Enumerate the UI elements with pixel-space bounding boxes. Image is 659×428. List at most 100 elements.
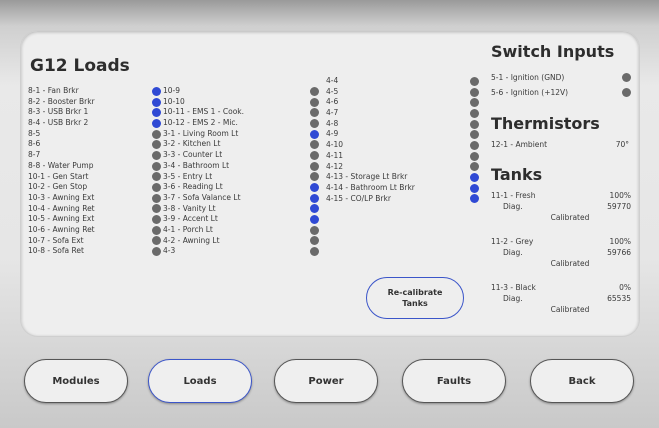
load-item[interactable]: 3-3 - Counter Lt bbox=[163, 150, 313, 161]
recalibrate-tanks-button[interactable]: Re-calibrate Tanks bbox=[366, 277, 464, 319]
load-item[interactable]: 3-7 - Sofa Valance Lt bbox=[163, 193, 313, 204]
status-dot-icon bbox=[310, 225, 319, 235]
load-item[interactable]: 8-7 bbox=[28, 150, 168, 161]
load-item[interactable]: 8-8 - Water Pump bbox=[28, 161, 168, 172]
load-item[interactable]: 10-7 - Sofa Ext bbox=[28, 236, 168, 247]
status-row bbox=[470, 162, 486, 173]
load-label: 10-8 - Sofa Ret bbox=[28, 246, 84, 256]
status-row bbox=[310, 129, 326, 140]
status-row bbox=[470, 87, 486, 98]
back-button[interactable]: Back bbox=[530, 359, 634, 403]
status-dot-icon bbox=[152, 193, 161, 203]
back-label: Back bbox=[568, 375, 596, 387]
status-row bbox=[470, 194, 486, 205]
load-item[interactable]: 4-1 - Porch Lt bbox=[163, 225, 313, 236]
load-label: 4-13 - Storage Lt Brkr bbox=[326, 172, 408, 182]
status-dot-icon bbox=[310, 161, 319, 171]
status-dot-icon bbox=[470, 87, 479, 97]
status-dot-icon bbox=[310, 129, 319, 139]
load-label: 4-5 bbox=[326, 86, 339, 96]
status-dot-icon bbox=[310, 193, 319, 203]
status-dot-icon bbox=[310, 118, 319, 128]
load-label: 8-6 bbox=[28, 139, 41, 149]
load-item[interactable]: 4-8 bbox=[326, 119, 415, 130]
loads-button[interactable]: Loads bbox=[148, 359, 252, 403]
status-dot-icon bbox=[470, 76, 479, 86]
load-label: 4-2 - Awning Lt bbox=[163, 235, 220, 245]
load-item[interactable]: 8-4 - USB Brkr 2 bbox=[28, 118, 168, 129]
load-item[interactable]: 3-8 - Vanity Lt bbox=[163, 204, 313, 215]
load-item[interactable]: 4-5 bbox=[326, 87, 415, 98]
load-item[interactable]: 3-1 - Living Room Lt bbox=[163, 129, 313, 140]
thermistor-row: 12-1 - Ambient 70° bbox=[491, 140, 629, 149]
load-item[interactable]: 4-10 bbox=[326, 140, 415, 151]
load-item[interactable]: 10-8 - Sofa Ret bbox=[28, 246, 168, 257]
switch-input-label: 5-1 - Ignition (GND) bbox=[491, 73, 565, 82]
load-item[interactable]: 4-3 bbox=[163, 246, 313, 257]
load-label: 8-7 bbox=[28, 150, 41, 160]
load-item[interactable]: 4-11 bbox=[326, 151, 415, 162]
load-item[interactable]: 4-4 bbox=[326, 76, 415, 87]
load-item[interactable]: 10-9 bbox=[163, 86, 313, 97]
load-item[interactable]: 10-10 bbox=[163, 97, 313, 108]
loads-column-1: 8-1 - Fan Brkr 8-2 - Booster Brkr 8-3 - … bbox=[28, 86, 168, 257]
load-item[interactable]: 10-12 - EMS 2 - Mic. bbox=[163, 118, 313, 129]
load-item[interactable]: 4-9 bbox=[326, 129, 415, 140]
load-item[interactable]: 4-12 bbox=[326, 162, 415, 173]
load-label: 10-9 bbox=[163, 86, 181, 95]
load-label: 3-6 - Reading Lt bbox=[163, 182, 223, 192]
status-row bbox=[470, 108, 486, 119]
load-item[interactable]: 4-15 - CO/LP Brkr bbox=[326, 194, 415, 205]
load-item[interactable]: 3-6 - Reading Lt bbox=[163, 182, 313, 193]
load-item[interactable]: 10-6 - Awning Ret bbox=[28, 225, 168, 236]
load-label: 4-12 bbox=[326, 161, 344, 171]
modules-button[interactable]: Modules bbox=[24, 359, 128, 403]
load-item[interactable]: 3-2 - Kitchen Lt bbox=[163, 139, 313, 150]
switch-inputs-title: Switch Inputs bbox=[491, 42, 615, 61]
load-label: 10-2 - Gen Stop bbox=[28, 182, 88, 192]
power-button[interactable]: Power bbox=[274, 359, 378, 403]
status-dot-icon bbox=[470, 194, 479, 204]
load-item[interactable]: 4-6 bbox=[326, 97, 415, 108]
load-item[interactable]: 8-5 bbox=[28, 129, 168, 140]
load-item[interactable]: 4-7 bbox=[326, 108, 415, 119]
load-item[interactable]: 10-5 - Awning Ext bbox=[28, 214, 168, 225]
status-dot-icon bbox=[310, 150, 319, 160]
load-item[interactable]: 10-1 - Gen Start bbox=[28, 172, 168, 183]
load-label: 10-4 - Awning Ret bbox=[28, 203, 95, 213]
loads-column-2: 10-9 10-10 10-11 - EMS 1 - Cook. 10-12 -… bbox=[163, 86, 313, 257]
load-label: 4-8 bbox=[326, 118, 339, 128]
load-item[interactable]: 8-3 - USB Brkr 1 bbox=[28, 107, 168, 118]
load-label: 10-6 - Awning Ret bbox=[28, 224, 95, 234]
loads-column-2-status bbox=[310, 86, 326, 257]
load-item[interactable]: 8-1 - Fan Brkr bbox=[28, 86, 168, 97]
load-item[interactable]: 4-14 - Bathroom Lt Brkr bbox=[326, 183, 415, 194]
status-dot-icon bbox=[622, 73, 631, 82]
load-label: 3-2 - Kitchen Lt bbox=[163, 139, 221, 149]
load-label: 4-11 bbox=[326, 150, 344, 160]
load-item[interactable]: 4-2 - Awning Lt bbox=[163, 236, 313, 247]
load-item[interactable]: 10-4 - Awning Ret bbox=[28, 204, 168, 215]
load-label: 10-7 - Sofa Ext bbox=[28, 235, 84, 245]
tank-status: Calibrated bbox=[550, 213, 590, 222]
load-item[interactable]: 8-6 bbox=[28, 139, 168, 150]
load-label: 10-3 - Awning Ext bbox=[28, 192, 95, 202]
switch-input-item[interactable]: 5-1 - Ignition (GND) bbox=[491, 70, 631, 85]
switch-inputs-list: 5-1 - Ignition (GND) 5-6 - Ignition (+12… bbox=[491, 70, 631, 100]
load-item[interactable]: 3-5 - Entry Lt bbox=[163, 172, 313, 183]
switch-input-item[interactable]: 5-6 - Ignition (+12V) bbox=[491, 85, 631, 100]
thermistor-value: 70° bbox=[615, 140, 629, 149]
status-dot-icon bbox=[470, 119, 479, 129]
faults-button[interactable]: Faults bbox=[402, 359, 506, 403]
load-item[interactable]: 10-11 - EMS 1 - Cook. bbox=[163, 107, 313, 118]
status-dot-icon bbox=[310, 247, 319, 257]
load-item[interactable]: 8-2 - Booster Brkr bbox=[28, 97, 168, 108]
status-row bbox=[470, 119, 486, 130]
load-item[interactable]: 4-13 - Storage Lt Brkr bbox=[326, 172, 415, 183]
load-item[interactable]: 10-3 - Awning Ext bbox=[28, 193, 168, 204]
load-item[interactable]: 10-2 - Gen Stop bbox=[28, 182, 168, 193]
load-item[interactable]: 3-9 - Accent Lt bbox=[163, 214, 313, 225]
status-dot-icon bbox=[310, 108, 319, 118]
load-item[interactable]: 3-4 - Bathroom Lt bbox=[163, 161, 313, 172]
status-row bbox=[470, 183, 486, 194]
